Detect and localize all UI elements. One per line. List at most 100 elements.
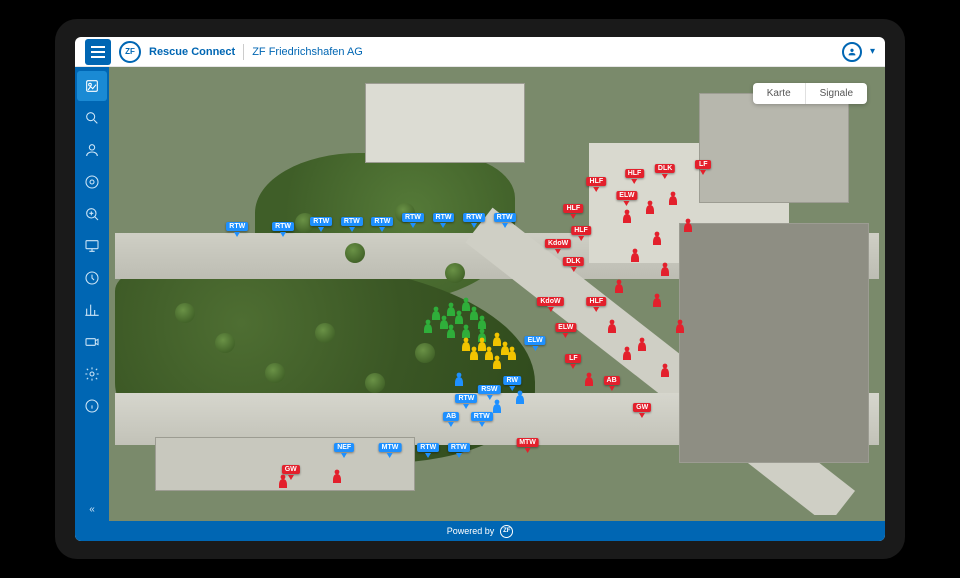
person-marker[interactable] xyxy=(614,279,624,298)
unit-label: RSW xyxy=(478,385,500,394)
unit-marker[interactable]: HLF xyxy=(587,177,607,192)
satellite-map[interactable]: RTW RTW RTW RTW RTW RTW RTW RTW RTW HLF HLF DLK LF EL… xyxy=(115,73,879,515)
sidebar-item-monitor[interactable] xyxy=(77,231,107,261)
unit-marker[interactable]: ELW xyxy=(525,336,546,351)
unit-marker[interactable]: HLF xyxy=(587,297,607,312)
unit-marker[interactable]: ELW xyxy=(555,323,576,338)
unit-marker[interactable]: RTW xyxy=(272,222,294,237)
unit-marker[interactable]: RTW xyxy=(417,443,439,458)
tablet-frame: ZF Rescue Connect ZF Friedrichshafen AG … xyxy=(55,19,905,559)
person-marker[interactable] xyxy=(683,218,693,237)
app-screen: ZF Rescue Connect ZF Friedrichshafen AG … xyxy=(75,37,885,541)
unit-marker[interactable]: LF xyxy=(565,354,581,369)
unit-label: ELW xyxy=(525,336,546,345)
unit-label: LF xyxy=(565,354,581,363)
person-marker[interactable] xyxy=(622,346,632,365)
person-marker[interactable] xyxy=(492,355,502,374)
map-tab-karte[interactable]: Karte xyxy=(753,83,805,104)
unit-marker[interactable]: HLF xyxy=(564,204,584,219)
sidebar-item-settings[interactable] xyxy=(77,359,107,389)
sidebar-item-search-detail[interactable] xyxy=(77,199,107,229)
person-marker[interactable] xyxy=(630,248,640,267)
person-marker[interactable] xyxy=(652,231,662,250)
map-tab-signale[interactable]: Signale xyxy=(805,83,867,104)
unit-label: AB xyxy=(443,412,459,421)
unit-marker[interactable]: NEF xyxy=(334,443,354,458)
brand-logo: ZF xyxy=(119,41,141,63)
unit-marker[interactable]: MTW xyxy=(379,443,402,458)
unit-label: ELW xyxy=(616,191,637,200)
unit-label: NEF xyxy=(334,443,354,452)
unit-marker[interactable]: RTW xyxy=(310,217,332,232)
unit-marker[interactable]: HLF xyxy=(625,169,645,184)
person-marker[interactable] xyxy=(446,324,456,343)
unit-label: RTW xyxy=(402,213,424,222)
main-area: « xyxy=(75,67,885,521)
person-marker[interactable] xyxy=(492,399,502,418)
unit-marker[interactable]: HLF xyxy=(571,226,591,241)
unit-marker[interactable]: RTW xyxy=(494,213,516,228)
person-marker[interactable] xyxy=(660,262,670,281)
unit-label: RTW xyxy=(463,213,485,222)
unit-marker[interactable]: RTW xyxy=(471,412,493,427)
unit-marker[interactable]: RTW xyxy=(463,213,485,228)
person-marker[interactable] xyxy=(507,346,517,365)
sidebar-item-search[interactable] xyxy=(77,103,107,133)
person-marker[interactable] xyxy=(637,337,647,356)
person-marker[interactable] xyxy=(668,191,678,210)
unit-marker[interactable]: RTW xyxy=(455,394,477,409)
sidebar-item-info[interactable] xyxy=(77,391,107,421)
person-marker[interactable] xyxy=(645,200,655,219)
person-marker[interactable] xyxy=(584,372,594,391)
sidebar-collapse-button[interactable]: « xyxy=(89,504,95,515)
unit-label: HLF xyxy=(564,204,584,213)
sidebar-item-vehicles[interactable] xyxy=(77,167,107,197)
footer: Powered by ZF xyxy=(75,521,885,541)
person-marker[interactable] xyxy=(607,319,617,338)
person-marker[interactable] xyxy=(454,372,464,391)
header-divider xyxy=(243,44,244,60)
unit-marker[interactable]: RTW xyxy=(448,443,470,458)
chevron-down-icon[interactable]: ▾ xyxy=(870,46,875,57)
person-marker[interactable] xyxy=(675,319,685,338)
unit-label: KdoW xyxy=(545,239,571,248)
map-background xyxy=(115,73,879,515)
unit-marker[interactable]: KdoW xyxy=(537,297,563,312)
unit-marker[interactable]: GW xyxy=(633,403,651,418)
unit-label: HLF xyxy=(625,169,645,178)
user-menu-button[interactable] xyxy=(842,42,862,62)
unit-marker[interactable]: DLK xyxy=(655,164,675,179)
unit-label: RTW xyxy=(455,394,477,403)
person-marker[interactable] xyxy=(332,469,342,488)
sidebar-item-camera[interactable] xyxy=(77,327,107,357)
menu-button[interactable] xyxy=(85,39,111,65)
unit-marker[interactable]: KdoW xyxy=(545,239,571,254)
unit-marker[interactable]: AB xyxy=(604,376,620,391)
footer-powered-by: Powered by xyxy=(447,526,495,536)
unit-label: RTW xyxy=(494,213,516,222)
person-marker[interactable] xyxy=(423,319,433,338)
unit-marker[interactable]: RTW xyxy=(226,222,248,237)
unit-marker[interactable]: DLK xyxy=(563,257,583,272)
person-marker[interactable] xyxy=(278,474,288,493)
map-layer-toggle: Karte Signale xyxy=(753,83,867,104)
person-marker[interactable] xyxy=(622,209,632,228)
sidebar-item-personnel[interactable] xyxy=(77,135,107,165)
person-marker[interactable] xyxy=(652,293,662,312)
unit-marker[interactable]: RTW xyxy=(402,213,424,228)
unit-marker[interactable]: LF xyxy=(695,160,711,175)
person-marker[interactable] xyxy=(461,337,471,356)
unit-marker[interactable]: RTW xyxy=(341,217,363,232)
person-marker[interactable] xyxy=(660,363,670,382)
unit-marker[interactable]: AB xyxy=(443,412,459,427)
sidebar-item-time[interactable] xyxy=(77,263,107,293)
unit-marker[interactable]: MTW xyxy=(516,438,539,453)
unit-label: RTW xyxy=(417,443,439,452)
sidebar-item-stats[interactable] xyxy=(77,295,107,325)
unit-marker[interactable]: ELW xyxy=(616,191,637,206)
person-marker[interactable] xyxy=(515,390,525,409)
unit-label: ELW xyxy=(555,323,576,332)
unit-marker[interactable]: RTW xyxy=(433,213,455,228)
unit-marker[interactable]: RTW xyxy=(371,217,393,232)
sidebar-item-mission-overview[interactable] xyxy=(77,71,107,101)
